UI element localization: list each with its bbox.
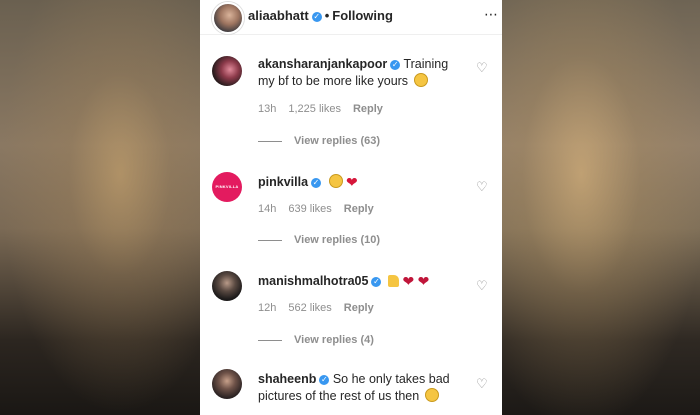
divider-line [258,140,282,142]
commenter-avatar[interactable] [212,369,242,399]
post-author-username[interactable]: aliaabhatt [248,8,309,23]
verified-badge-icon: ✓ [319,375,330,385]
comment-likes[interactable]: 562 likes [288,302,331,314]
verified-badge-icon: ✓ [311,12,322,22]
commenter-avatar[interactable] [212,271,242,301]
star-struck-emoji-icon [328,174,343,188]
post-header: aliaabhatt ✓ • Following ⋯ [200,0,502,35]
comment-item: PINKVILLA pinkvilla ✓ ❤ ♡ 14h 639 likes Rep… [200,170,502,250]
view-replies-label: View replies (4) [294,334,374,346]
post-author-avatar[interactable] [212,2,244,34]
comment-likes[interactable]: 639 likes [288,203,331,215]
comment-text: akansharanjankapoor ✓ Training my bf to b… [258,56,463,90]
blurred-background-left [0,0,200,415]
like-heart-icon[interactable]: ♡ [476,180,488,193]
comment-meta: 14h 639 likes Reply [258,203,386,215]
like-heart-icon[interactable]: ♡ [476,61,488,74]
comment-time: 12h [258,302,277,314]
broken-heart-icon: ❤ [417,273,430,289]
pinkvilla-logo: PINKVILLA [215,184,239,189]
red-heart-icon: ❤ [346,174,358,190]
separator-dot: • [324,8,330,23]
comment-meta: 13h 1,225 likes Reply [258,103,395,115]
wink-emoji-icon [413,73,428,87]
reply-button[interactable]: Reply [344,302,374,314]
comment-text: pinkvilla ✓ ❤ [258,174,463,191]
view-replies-label: View replies (63) [294,135,381,147]
view-replies-button[interactable]: View replies (4) [258,334,374,346]
commenter-username[interactable]: manishmalhotra05 [258,274,368,288]
commenter-avatar[interactable] [212,56,242,86]
commenter-username[interactable]: shaheenb [258,372,316,386]
like-heart-icon[interactable]: ♡ [476,377,488,390]
more-options-icon[interactable]: ⋯ [484,6,498,23]
reply-button[interactable]: Reply [353,103,383,115]
commenter-username[interactable]: akansharanjankapoor [258,57,387,71]
comment-meta: 12h 562 likes Reply [258,302,386,314]
comment-likes[interactable]: 1,225 likes [288,103,341,115]
commenter-username[interactable]: pinkvilla [258,175,308,189]
view-replies-label: View replies (10) [294,234,381,246]
comments-panel: aliaabhatt ✓ • Following ⋯ akansharanjankap… [200,0,502,415]
reply-button[interactable]: Reply [344,203,374,215]
verified-badge-icon: ✓ [390,60,401,70]
view-replies-button[interactable]: View replies (63) [258,135,380,147]
verified-badge-icon: ✓ [371,277,382,287]
commenter-avatar[interactable]: PINKVILLA [212,172,242,202]
divider-line [258,239,282,241]
comment-time: 14h [258,203,277,215]
post-author: aliaabhatt ✓ • Following [248,8,393,23]
like-heart-icon[interactable]: ♡ [476,279,488,292]
comment-item: manishmalhotra05 ✓ ❤ ❤ ♡ 12h 562 likes Repl… [200,270,502,350]
comment-item: shaheenb ✓ So he only takes bad pictures … [200,369,502,415]
broken-heart-icon: ❤ [402,273,415,289]
view-replies-button[interactable]: View replies (10) [258,234,380,246]
following-button[interactable]: Following [332,8,393,23]
expressionless-emoji-icon [424,388,439,402]
divider-line [258,339,282,341]
thumbs-up-icon [387,275,399,287]
verified-badge-icon: ✓ [311,178,322,188]
comment-text: manishmalhotra05 ✓ ❤ ❤ [258,273,463,290]
comment-item: akansharanjankapoor ✓ Training my bf to b… [200,54,502,149]
comment-time: 13h [258,103,277,115]
blurred-background-right [502,0,700,415]
comment-text: shaheenb ✓ So he only takes bad pictures … [258,371,463,405]
